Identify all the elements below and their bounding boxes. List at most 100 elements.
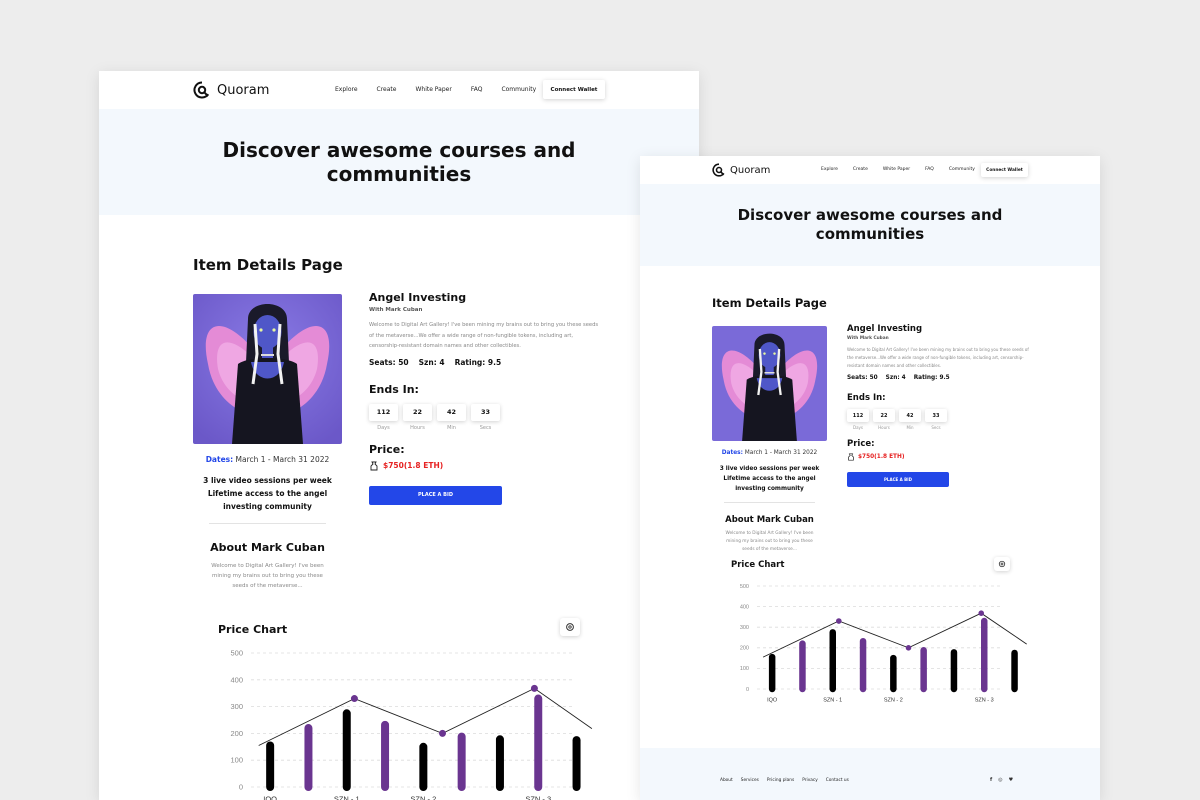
connect-wallet-button[interactable]: Connect Wallet xyxy=(543,80,605,99)
hero-title: Discover awesome courses and communities xyxy=(222,138,576,186)
chart-point xyxy=(439,729,446,737)
countdown-secs: 33 Secs xyxy=(471,403,500,431)
x-tick-label: SZN - 3 xyxy=(975,698,994,704)
chart-point xyxy=(350,695,358,703)
countdown-secs: 33 Secs xyxy=(925,409,947,430)
chart-point xyxy=(836,618,842,624)
countdown: 112 Days 22 Hours 42 Min 33 Secs xyxy=(847,409,1029,430)
nav-white-paper[interactable]: White Paper xyxy=(415,86,451,93)
footer-link-contact[interactable]: Contact us xyxy=(826,778,849,783)
price: $750(1.8 ETH) xyxy=(369,461,604,471)
price-chart: 0 100 200 300 400 500 IQO SZN - 1 SZN - 2 SZN - 3 xyxy=(230,649,593,800)
twitter-icon[interactable]: ♥ xyxy=(1009,777,1013,783)
x-tick-label: SZN - 2 xyxy=(884,698,903,704)
hero-title: Discover awesome courses and communities xyxy=(737,206,1003,243)
divider xyxy=(724,502,815,503)
place-a-bid-button[interactable]: PLACE A BID xyxy=(847,472,949,487)
y-tick-label: 500 xyxy=(740,584,749,590)
y-tick-label: 400 xyxy=(230,675,243,684)
eth-bag-icon xyxy=(848,453,854,461)
place-a-bid-button[interactable]: PLACE A BID xyxy=(369,485,502,505)
y-tick-label: 0 xyxy=(746,687,749,693)
chart-point xyxy=(530,684,538,692)
countdown: 112 Days 22 Hours 42 Min 33 Secs xyxy=(369,403,604,431)
footer-link-privacy[interactable]: Privacy xyxy=(802,778,818,783)
eth-bag-icon xyxy=(370,461,378,470)
countdown-days: 112 Days xyxy=(369,403,398,431)
countdown-hours: 22 Hours xyxy=(403,403,432,431)
chart-settings-button[interactable] xyxy=(560,618,580,636)
x-tick-label: SZN - 3 xyxy=(525,795,551,800)
nav-faq[interactable]: FAQ xyxy=(471,86,483,93)
nav-community[interactable]: Community xyxy=(501,86,536,93)
gear-icon xyxy=(998,560,1006,568)
brand-name: Quoram xyxy=(730,164,771,176)
y-tick-label: 200 xyxy=(230,729,243,738)
nav-explore[interactable]: Explore xyxy=(335,86,358,93)
countdown-min: 42 Min xyxy=(899,409,921,430)
gear-icon xyxy=(566,623,574,631)
nav-create[interactable]: Create xyxy=(853,167,868,172)
chart-point xyxy=(978,610,985,616)
x-tick-label: IQO xyxy=(767,698,778,704)
item-subtitle: With Mark Cuban xyxy=(847,336,889,341)
y-tick-label: 200 xyxy=(740,646,749,652)
price-chart-card: Price Chart 0 100 200 300 400 500 IQO SZN - 1 SZ… xyxy=(218,595,593,800)
facebook-icon[interactable]: f xyxy=(990,777,992,783)
logo-icon xyxy=(712,163,725,177)
sessions-info: 3 live video sessions per week Lifetime … xyxy=(203,476,332,511)
about-title: About Mark Cuban xyxy=(210,541,325,554)
y-tick-label: 0 xyxy=(239,783,243,792)
chart-point xyxy=(905,645,912,651)
page-title: Item Details Page xyxy=(193,256,343,274)
nav-community[interactable]: Community xyxy=(949,167,975,172)
connect-wallet-button[interactable]: Connect Wallet xyxy=(981,163,1028,177)
nav-create[interactable]: Create xyxy=(377,86,397,93)
page-large: Quoram Explore Create White Paper FAQ Co… xyxy=(99,71,699,800)
dates: Dates: March 1 - March 31 2022 xyxy=(721,450,818,456)
logo[interactable]: Quoram xyxy=(193,81,269,99)
x-tick-label: SZN - 1 xyxy=(334,795,360,800)
nav-faq[interactable]: FAQ xyxy=(925,167,934,172)
instagram-icon[interactable]: ◎ xyxy=(998,777,1002,783)
navbar: Quoram Explore Create White Paper FAQ Co… xyxy=(99,71,699,109)
sessions-info: 3 live video sessions per week Lifetime … xyxy=(719,466,820,492)
price-label: Price: xyxy=(369,442,405,456)
x-tick-label: SZN - 1 xyxy=(823,698,842,704)
price: $750(1.8 ETH) xyxy=(847,453,1029,461)
hero: Discover awesome courses and communities xyxy=(99,109,699,215)
brand-name: Quoram xyxy=(217,82,270,98)
footer-link-services[interactable]: Services xyxy=(741,778,759,783)
footer: About Services Pricing plans Privacy Con… xyxy=(640,748,1100,800)
item-title: Angel Investing xyxy=(369,291,467,304)
item-artwork xyxy=(712,326,827,441)
divider xyxy=(209,523,326,524)
price-label: Price: xyxy=(847,439,875,449)
about-text: Welcome to Digital Art Gallery! I've bee… xyxy=(725,531,814,552)
price-chart: 0 100 200 300 400 500 IQO SZN - 1 SZN - 2 SZN - 3 xyxy=(740,584,1027,704)
item-subtitle: With Mark Cuban xyxy=(369,307,423,313)
nav-white-paper[interactable]: White Paper xyxy=(883,167,910,172)
y-tick-label: 400 xyxy=(740,604,749,610)
chart-settings-button[interactable] xyxy=(994,557,1010,571)
logo-icon xyxy=(193,81,210,99)
ends-in-label: Ends In: xyxy=(369,382,419,396)
countdown-min: 42 Min xyxy=(437,403,466,431)
countdown-hours: 22 Hours xyxy=(873,409,895,430)
y-tick-label: 300 xyxy=(740,625,749,631)
logo[interactable]: Quoram xyxy=(712,163,770,177)
footer-link-about[interactable]: About xyxy=(720,778,733,783)
y-tick-label: 100 xyxy=(740,666,749,672)
footer-link-pricing[interactable]: Pricing plans xyxy=(767,778,794,783)
x-tick-label: IQO xyxy=(263,795,277,800)
dates: Dates: March 1 - March 31 2022 xyxy=(205,455,330,464)
nav-explore[interactable]: Explore xyxy=(821,167,838,172)
item-description: Welcome to Digital Art Gallery! I've bee… xyxy=(847,347,1029,368)
y-tick-label: 500 xyxy=(230,649,243,658)
about-text: Welcome to Digital Art Gallery! I've bee… xyxy=(211,563,324,589)
countdown-days: 112 Days xyxy=(847,409,869,430)
item-stats: Seats: 50 Szn: 4 Rating: 9.5 xyxy=(369,357,502,367)
item-stats: Seats: 50 Szn: 4 Rating: 9.5 xyxy=(847,375,950,381)
item-title: Angel Investing xyxy=(847,324,923,334)
navbar: Quoram Explore Create White Paper FAQ Co… xyxy=(640,156,1100,184)
